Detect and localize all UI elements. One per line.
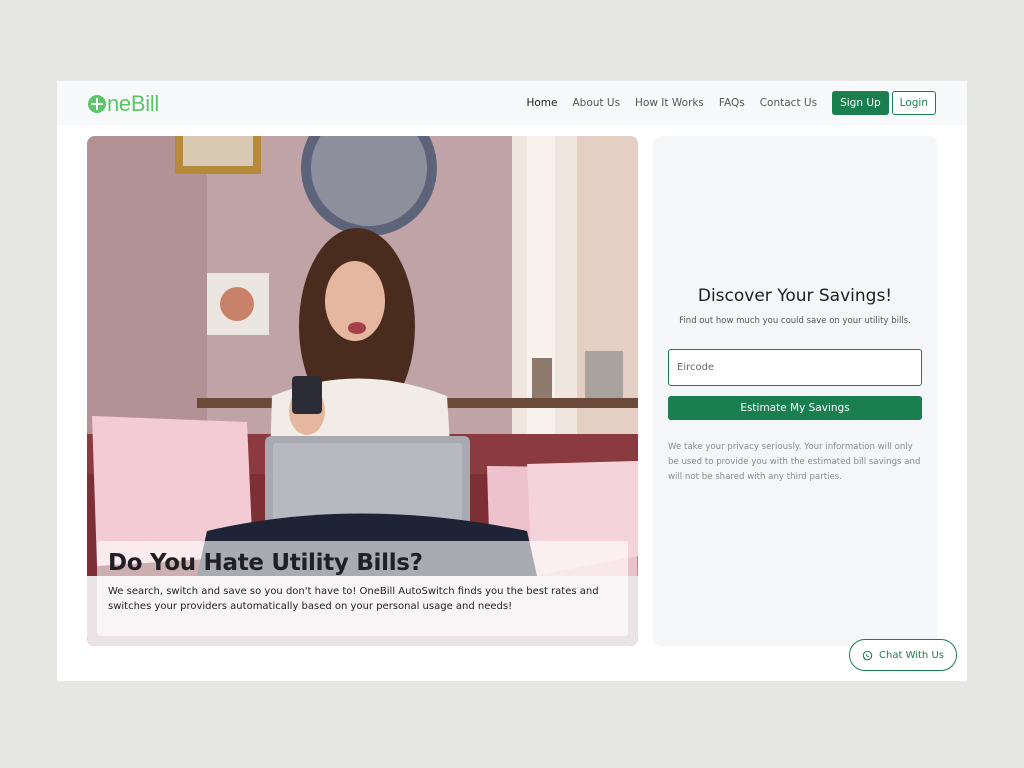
- nav-contact-us[interactable]: Contact Us: [760, 97, 817, 109]
- chat-label: Chat With Us: [879, 649, 944, 661]
- sign-up-button[interactable]: Sign Up: [832, 91, 889, 115]
- eircode-input[interactable]: [668, 349, 922, 386]
- login-button[interactable]: Login: [891, 91, 936, 115]
- savings-subtitle: Find out how much you could save on your…: [679, 316, 911, 326]
- page: neBill Home About Us How It Works FAQs C…: [57, 81, 967, 681]
- nav-faqs[interactable]: FAQs: [719, 97, 745, 109]
- savings-title: Discover Your Savings!: [697, 286, 893, 306]
- hero-banner: Do You Hate Utility Bills? We search, sw…: [87, 136, 638, 646]
- hero-title: Do You Hate Utility Bills?: [108, 550, 423, 576]
- onebill-logo[interactable]: neBill: [88, 91, 159, 117]
- site-header: neBill Home About Us How It Works FAQs C…: [57, 81, 967, 125]
- nav-how-it-works[interactable]: How It Works: [635, 97, 704, 109]
- whatsapp-icon: [862, 650, 873, 660]
- logo-mark-icon: [88, 95, 106, 113]
- privacy-notice: We take your privacy seriously. Your inf…: [668, 442, 921, 482]
- main-nav: Home About Us How It Works FAQs Contact …: [526, 91, 936, 115]
- hero-overlay: Do You Hate Utility Bills? We search, sw…: [97, 541, 628, 636]
- logo-text: neBill: [107, 91, 160, 116]
- nav-home[interactable]: Home: [526, 97, 557, 109]
- nav-about-us[interactable]: About Us: [573, 97, 621, 109]
- chat-with-us-button[interactable]: Chat With Us: [849, 639, 957, 671]
- savings-card: Discover Your Savings! Find out how much…: [653, 136, 937, 646]
- estimate-savings-button[interactable]: Estimate My Savings: [668, 396, 922, 420]
- hero-description: We search, switch and save so you don't …: [108, 586, 599, 612]
